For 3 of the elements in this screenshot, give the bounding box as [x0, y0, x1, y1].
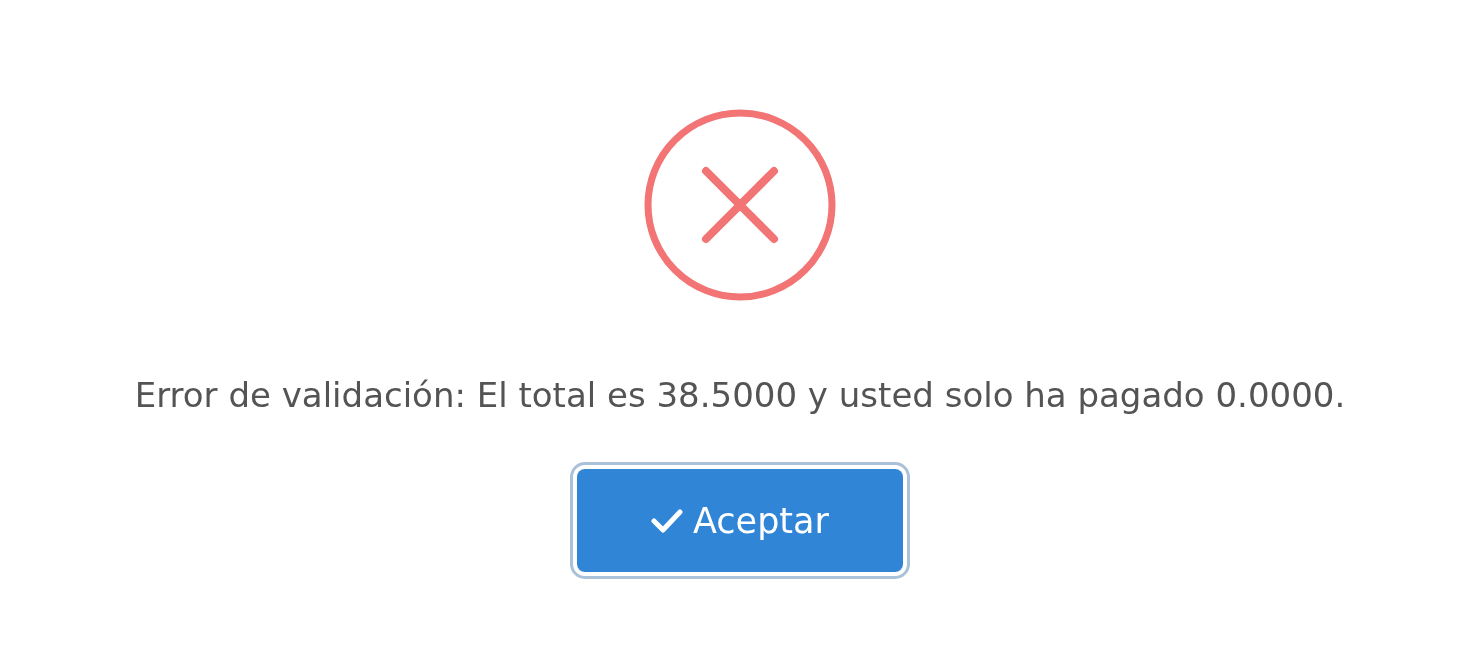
- check-icon: [651, 507, 684, 534]
- error-icon: [644, 109, 836, 301]
- error-message: Error de validación: El total es 38.5000 y usted solo ha pagado 0.0000.: [134, 374, 1346, 417]
